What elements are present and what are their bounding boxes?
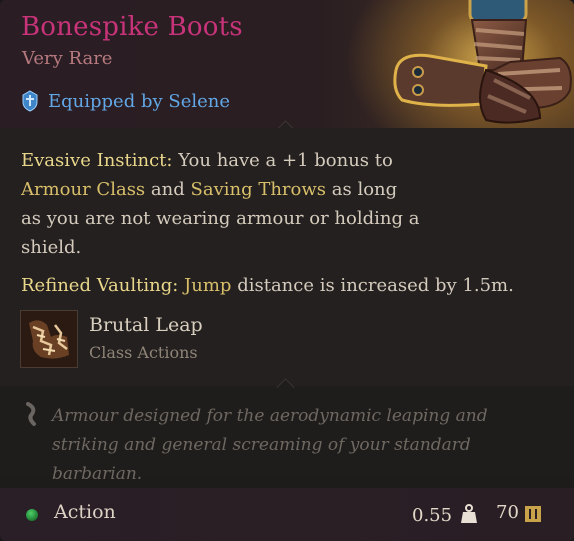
- granted-action-name: Brutal Leap: [89, 314, 203, 336]
- granted-action[interactable]: Brutal Leap Class Actions: [20, 310, 420, 368]
- item-tooltip: Bonespike Boots Very Rare Equipped by Se…: [0, 0, 574, 541]
- equipped-by: Equipped by Selene: [20, 90, 230, 112]
- keyword-armour-class[interactable]: Armour Class: [21, 179, 145, 200]
- weight-icon: [461, 504, 477, 523]
- keyword-saving-throws[interactable]: Saving Throws: [191, 179, 327, 200]
- equipped-by-label: Equipped by Selene: [48, 90, 231, 112]
- boots-item-icon: [393, 0, 572, 124]
- passive-evasive-instinct: Evasive Instinct: You have a +1 bonus to…: [21, 146, 421, 262]
- passive-name: Evasive Instinct:: [21, 150, 173, 171]
- granted-action-category: Class Actions: [89, 343, 198, 362]
- helmet-icon: [22, 90, 38, 112]
- passive-text: You have a +1 bonus to: [178, 150, 393, 171]
- passive-refined-vaulting: Refined Vaulting: Jump distance is incre…: [21, 271, 541, 300]
- keyword-jump[interactable]: Jump: [184, 275, 231, 296]
- flavor-text: Armour designed for the aerodynamic leap…: [52, 406, 488, 484]
- item-rarity: Very Rare: [22, 48, 113, 69]
- item-weight: 0.55: [412, 505, 453, 526]
- brutal-leap-icon[interactable]: [20, 310, 78, 368]
- item-name: Bonespike Boots: [21, 12, 243, 42]
- gold-coin-icon: [525, 506, 541, 522]
- action-cost-dot: [26, 509, 38, 521]
- passive-text: distance is increased by 1.5m.: [237, 275, 514, 296]
- passive-text: and: [150, 179, 185, 200]
- item-price: 70: [496, 502, 519, 523]
- tooltip-header: Bonespike Boots Very Rare Equipped by Se…: [0, 0, 574, 180]
- passive-name: Refined Vaulting:: [21, 275, 179, 296]
- action-cost-label: Action: [54, 501, 116, 523]
- quill-icon: [26, 402, 36, 426]
